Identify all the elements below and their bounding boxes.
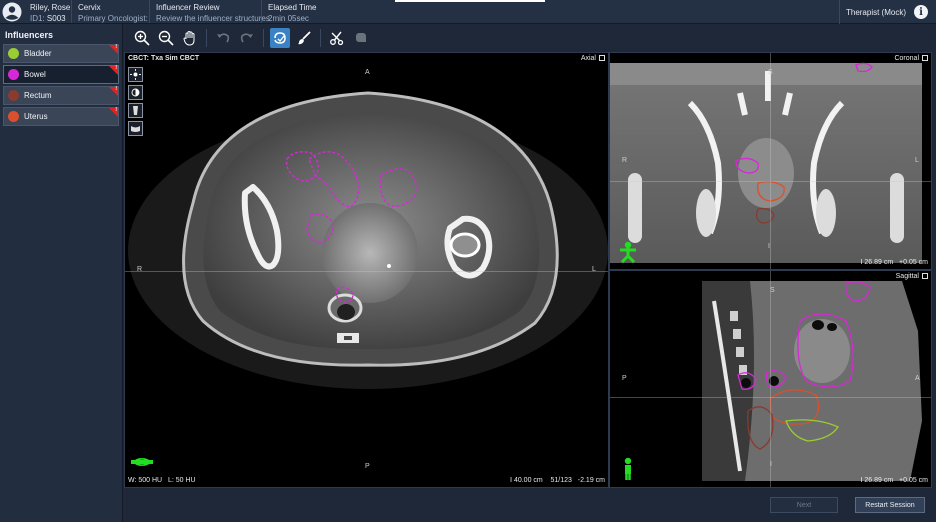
sagittal-viewport[interactable]: Sagittal S I P A Ⅰ 26.89 cm +0.05 cm: [609, 270, 932, 488]
bowel-color-swatch: [8, 69, 19, 80]
info-icon[interactable]: i: [914, 5, 928, 19]
sagittal-view-name: Sagittal: [896, 273, 928, 280]
zoom-in-button[interactable]: [132, 28, 152, 48]
pan-button[interactable]: [180, 28, 200, 48]
patient-name: Riley, Rose: [30, 3, 71, 12]
influencer-rectum[interactable]: Rectum !: [3, 86, 119, 105]
user-role[interactable]: Therapist (Mock): [838, 0, 906, 24]
orientation-anterior: A: [915, 375, 920, 382]
elapsed-time-info: Elapsed Time 2min 05sec: [262, 0, 322, 23]
orientation-posterior: P: [622, 375, 627, 382]
axial-view-name: Axial: [581, 55, 605, 62]
eraser-tool-button[interactable]: [351, 28, 371, 48]
maximize-icon[interactable]: [922, 55, 928, 62]
zoom-in-icon: [134, 30, 150, 46]
contour-icon: [274, 32, 286, 44]
orientation-left: L: [915, 157, 919, 164]
coronal-ct-image: [610, 62, 922, 263]
step-title: Influencer Review: [156, 3, 220, 12]
zoom-out-button[interactable]: [156, 28, 176, 48]
crosshair-vertical: [770, 271, 771, 487]
influencers-panel: Influencers Bladder ! Bowel ! Rectum ! U…: [0, 24, 123, 522]
coronal-viewport[interactable]: Coronal S I R L Ⅰ 26.89 cm +0.05 cm: [609, 52, 932, 270]
influencer-label: Rectum: [24, 91, 52, 100]
toolbar-separator: [206, 29, 207, 47]
scissors-icon: [330, 31, 344, 46]
header-bar: Riley, Rose ID1: S003 Cervix Primary Onc…: [0, 0, 936, 24]
anatomy-window-button[interactable]: [128, 121, 143, 136]
scissors-tool-button[interactable]: [327, 28, 347, 48]
patient-id-label: ID1:: [30, 14, 45, 23]
slice-position: Ⅰ 40.00 cm 51/123 -2.19 cm: [509, 477, 605, 484]
contrast-tool-button[interactable]: [128, 85, 143, 100]
treatment-site: Cervix: [78, 3, 101, 12]
footer-bar: Next Restart Session: [124, 488, 936, 522]
toolbar-separator: [263, 29, 264, 47]
sagittal-orientation-icon: [624, 457, 632, 480]
redo-button[interactable]: [237, 28, 257, 48]
axial-side-tools: [128, 67, 143, 136]
coronal-view-name: Coronal: [894, 55, 928, 62]
pan-hand-icon: [183, 31, 195, 46]
brush-icon: [298, 31, 311, 45]
zoom-out-icon: [158, 30, 174, 46]
coronal-orientation-icon: [620, 241, 636, 263]
elapsed-label: Elapsed Time: [268, 3, 317, 12]
patient-orientation-icon: [131, 458, 153, 466]
next-button[interactable]: Next: [770, 497, 838, 513]
brush-tool-button[interactable]: [294, 28, 314, 48]
avatar-icon: [0, 0, 24, 24]
axial-series-title: CBCT: Txa Sim CBCT: [128, 55, 200, 62]
crosshair-horizontal: [125, 271, 608, 272]
coronal-position: Ⅰ 26.89 cm +0.05 cm: [860, 259, 928, 266]
sagittal-ct-image: [702, 281, 922, 481]
influencer-label: Bladder: [24, 49, 52, 58]
treatment-site-info: Cervix Primary Oncologist:: [72, 0, 150, 23]
window-level: W: 500 HU L: 50 HU: [128, 477, 196, 484]
undo-icon: [217, 33, 230, 43]
step-description: Review the influencer structures: [156, 14, 270, 23]
oncologist-label: Primary Oncologist:: [78, 14, 148, 23]
eraser-icon: [356, 33, 366, 42]
contour-tool-button[interactable]: [270, 28, 290, 48]
bone-window-button[interactable]: [128, 103, 143, 118]
uterus-color-swatch: [8, 111, 19, 122]
restart-session-button[interactable]: Restart Session: [855, 497, 925, 513]
orientation-posterior: P: [365, 463, 370, 470]
redo-icon: [240, 33, 253, 43]
sun-icon: [130, 69, 141, 80]
bone-icon: [133, 106, 138, 115]
axial-viewport[interactable]: CBCT: Txa Sim CBCT Axial A P R L W: 500 …: [124, 52, 609, 488]
crosshair-vertical: [770, 53, 771, 269]
crosshair-horizontal: [610, 181, 931, 182]
bladder-color-swatch: [8, 48, 19, 59]
progress-indicator: [395, 0, 545, 2]
influencers-title: Influencers: [5, 30, 54, 40]
patient-id: S003: [46, 14, 66, 23]
image-toolbar: [124, 24, 936, 52]
brightness-tool-button[interactable]: [128, 67, 143, 82]
orientation-anterior: A: [365, 69, 370, 76]
crosshair-horizontal: [610, 397, 931, 398]
undo-button[interactable]: [213, 28, 233, 48]
sagittal-position: Ⅰ 26.89 cm +0.05 cm: [860, 477, 928, 484]
patient-info: Riley, Rose ID1: S003: [24, 0, 72, 23]
influencer-uterus[interactable]: Uterus !: [3, 107, 119, 126]
influencer-bladder[interactable]: Bladder !: [3, 44, 119, 63]
app-window: Riley, Rose ID1: S003 Cervix Primary Onc…: [0, 0, 936, 522]
contrast-icon: [131, 88, 140, 97]
influencer-label: Uterus: [24, 112, 48, 121]
workflow-step-info: Influencer Review Review the influencer …: [150, 0, 270, 23]
maximize-icon[interactable]: [599, 55, 605, 62]
orientation-right: R: [622, 157, 628, 164]
influencer-bowel[interactable]: Bowel !: [3, 65, 119, 84]
maximize-icon[interactable]: [922, 273, 928, 280]
rectum-color-swatch: [8, 90, 19, 101]
elapsed-value: 2min 05sec: [268, 14, 309, 23]
pelvis-icon: [131, 126, 140, 132]
influencer-label: Bowel: [24, 70, 46, 79]
toolbar-separator: [320, 29, 321, 47]
